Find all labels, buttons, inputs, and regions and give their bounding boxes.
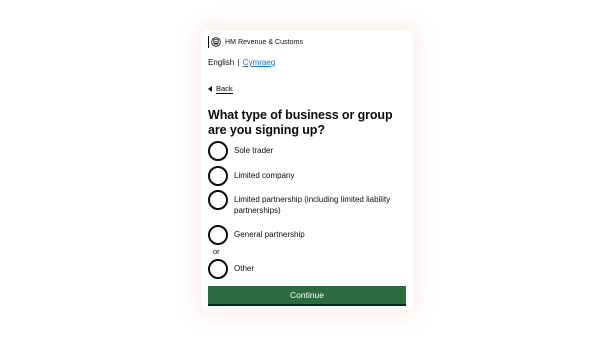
language-separator: | bbox=[237, 58, 240, 67]
radio-label: Limited company bbox=[234, 171, 295, 180]
header-divider bbox=[208, 36, 209, 48]
radio-option-sole-trader[interactable]: Sole trader bbox=[208, 141, 407, 166]
business-type-radios: Sole trader Limited company Limited part… bbox=[208, 141, 407, 281]
radio-option-general-partnership[interactable]: General partnership bbox=[208, 225, 407, 247]
radio-label: Other bbox=[234, 264, 255, 273]
radio-button[interactable] bbox=[208, 225, 228, 245]
department-name: HM Revenue & Customs bbox=[225, 38, 304, 46]
page-title: What type of business or group are you s… bbox=[208, 108, 393, 137]
language-current: English bbox=[208, 58, 235, 67]
radio-option-other[interactable]: Other bbox=[208, 259, 407, 281]
radio-option-limited-partnership[interactable]: Limited partnership (including limited l… bbox=[208, 190, 407, 225]
site-header: HM Revenue & Customs bbox=[208, 35, 407, 49]
language-cymraeg-link[interactable]: Cymraeg bbox=[243, 58, 275, 67]
radio-button[interactable] bbox=[208, 259, 228, 279]
radio-divider: or bbox=[213, 247, 220, 256]
language-toggle: English | Cymraeg bbox=[208, 58, 407, 70]
radio-label: Limited partnership (including limited l… bbox=[234, 195, 391, 215]
back-link[interactable]: Back bbox=[208, 84, 407, 94]
radio-button[interactable] bbox=[208, 166, 228, 186]
radio-label: General partnership bbox=[234, 230, 305, 239]
back-arrow-icon bbox=[208, 86, 212, 92]
radio-label: Sole trader bbox=[234, 146, 274, 155]
continue-button[interactable]: Continue bbox=[208, 286, 406, 304]
radio-button[interactable] bbox=[208, 141, 228, 161]
service-card: HM Revenue & Customs English | Cymraeg B… bbox=[201, 30, 413, 311]
crest-icon bbox=[211, 37, 221, 47]
back-link-label: Back bbox=[216, 84, 233, 94]
radio-button[interactable] bbox=[208, 190, 228, 210]
radio-option-limited-company[interactable]: Limited company bbox=[208, 166, 407, 190]
